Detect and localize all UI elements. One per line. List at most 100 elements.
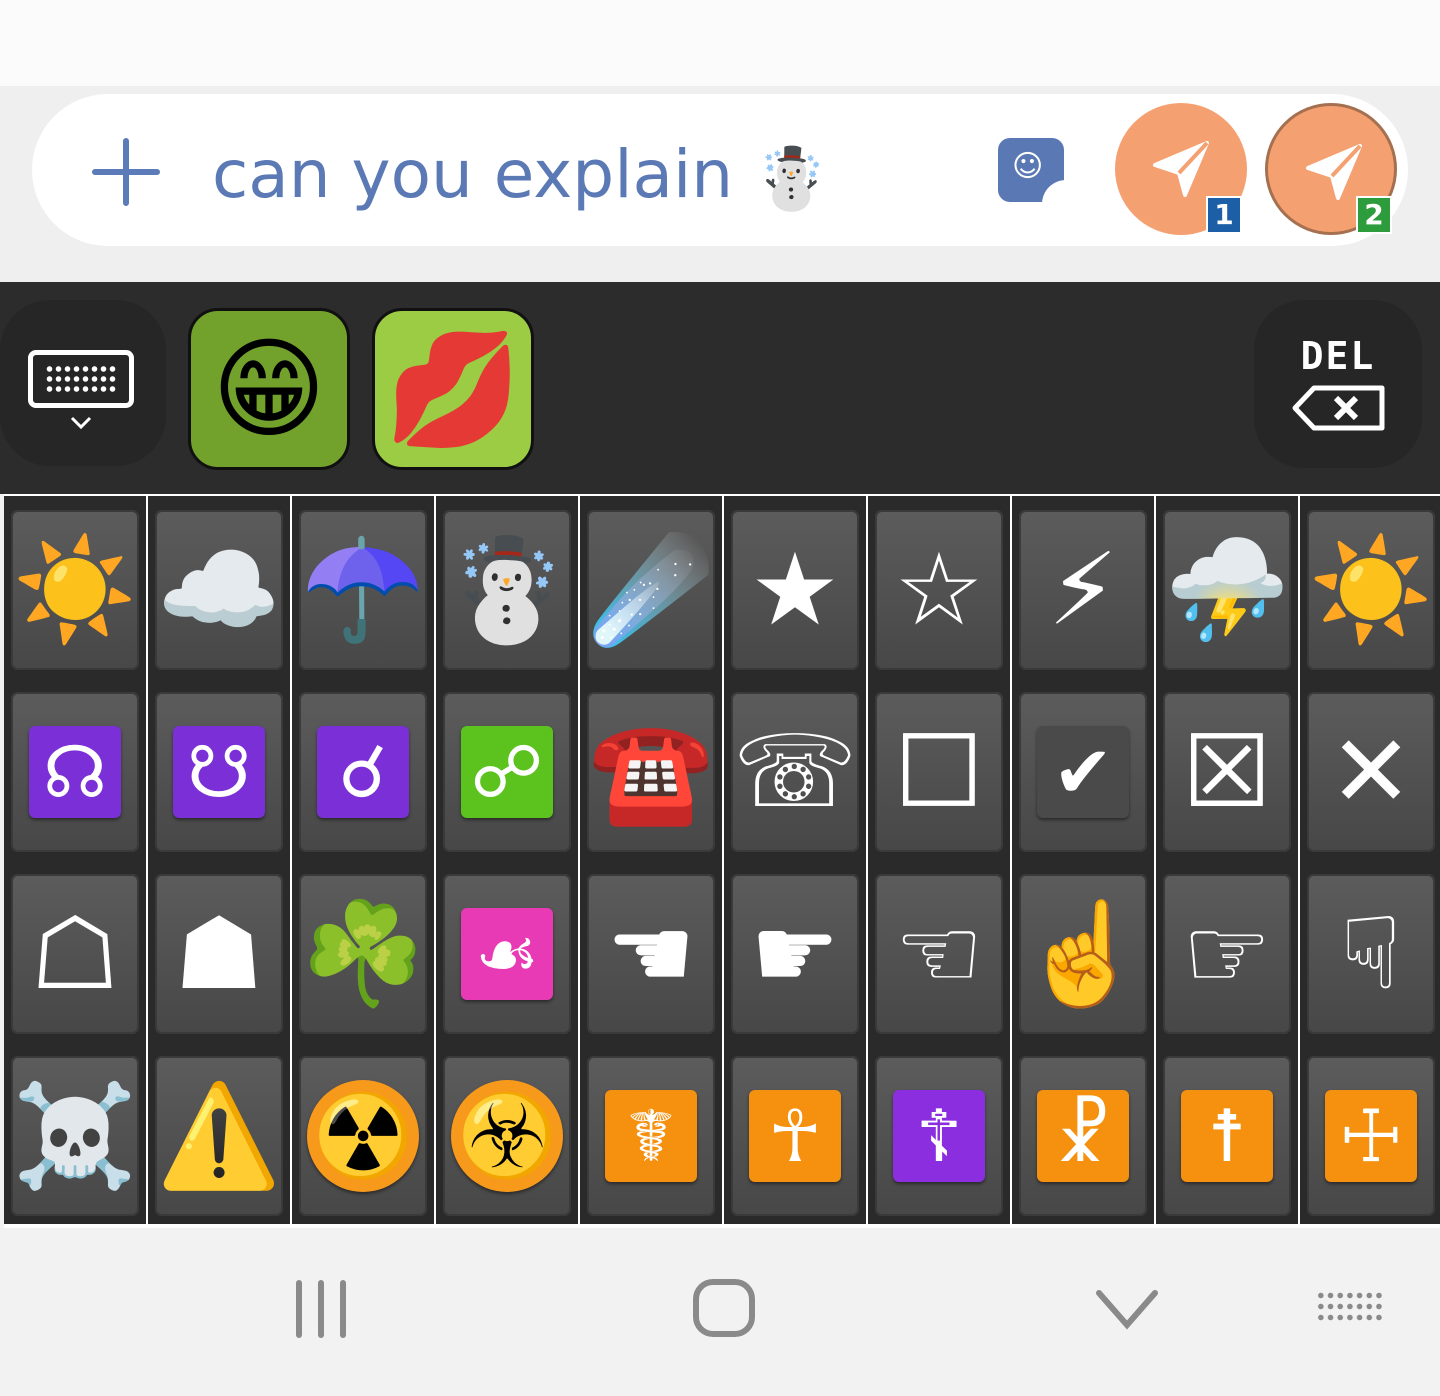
black-right-pointing-index-icon: ☛ — [750, 895, 840, 1012]
status-bar-area — [0, 0, 1440, 86]
sticker-icon[interactable]: ☺ — [998, 138, 1066, 204]
keyboard-toggle-button[interactable] — [0, 300, 166, 466]
emoji-key[interactable]: ☤ — [580, 1042, 722, 1224]
emoji-key[interactable]: ⛈️ — [1156, 496, 1298, 678]
radioactive-icon: ☢️ — [307, 1080, 419, 1192]
emoji-key-face: ☨ — [1163, 1056, 1291, 1216]
emoji-key[interactable]: ★ — [724, 496, 866, 678]
emoji-key[interactable]: ☣️ — [436, 1042, 578, 1224]
emoji-key[interactable]: ☛ — [724, 860, 866, 1042]
sun-icon: ☀️ — [1308, 531, 1434, 648]
chevron-down-icon — [70, 416, 92, 430]
skull-crossbones-icon: ☠️ — [12, 1077, 138, 1194]
emoji-key[interactable]: ☎️ — [580, 678, 722, 860]
emoji-key[interactable]: ☢️ — [292, 1042, 434, 1224]
emoji-key-face: ☊ — [11, 692, 139, 852]
thunder-cloud-icon: ⛈️ — [1164, 531, 1290, 648]
black-left-pointing-index-icon: ☚ — [606, 895, 696, 1012]
emoji-key[interactable]: ⚡ — [1012, 496, 1154, 678]
delete-button[interactable]: DEL — [1254, 300, 1422, 468]
emoji-key-face: ☀️ — [1307, 510, 1435, 670]
emoji-key[interactable]: ☖ — [4, 860, 146, 1042]
paper-plane-icon — [1306, 144, 1362, 200]
emoji-key[interactable]: ☋ — [148, 678, 290, 860]
emoji-key-face: ☌ — [299, 692, 427, 852]
sun-icon: ☀️ — [12, 531, 138, 648]
emoji-key[interactable]: ✕ — [1300, 678, 1440, 860]
sim-badge-2: 2 — [1356, 196, 1392, 234]
emoji-key-face: ⚡ — [1019, 510, 1147, 670]
emoji-key[interactable]: ☠️ — [4, 1042, 146, 1224]
emoji-key[interactable]: ☨ — [1156, 1042, 1298, 1224]
emoji-key[interactable]: ☁️ — [148, 496, 290, 678]
emoji-key[interactable]: ☗ — [148, 860, 290, 1042]
message-text: can you explain — [212, 136, 734, 213]
emoji-key-face: ☟ — [1307, 874, 1435, 1034]
message-input[interactable]: can you explain ☃️ — [212, 130, 829, 220]
keyboard-icon — [28, 350, 134, 408]
emoji-key[interactable]: ☞ — [1156, 860, 1298, 1042]
emoji-key[interactable]: ☆ — [868, 496, 1010, 678]
emoji-key-face: ☎️ — [587, 692, 715, 852]
hide-keyboard-chevron-icon[interactable] — [1096, 1290, 1158, 1330]
emoji-key[interactable]: ☀️ — [1300, 496, 1440, 678]
opposition-icon: ☍ — [461, 726, 553, 818]
chi-rho-icon: ☧ — [1037, 1090, 1129, 1182]
emoji-key-face: ⚠️ — [155, 1056, 283, 1216]
plus-icon[interactable] — [92, 138, 160, 206]
emoji-key[interactable]: ☟ — [1300, 860, 1440, 1042]
emoji-key[interactable]: ☥ — [724, 1042, 866, 1224]
emoji-key[interactable]: ☝️ — [1012, 860, 1154, 1042]
emoji-key-face: ☐ — [875, 692, 1003, 852]
emoji-key[interactable]: ✔ — [1012, 678, 1154, 860]
cross-of-lorraine-icon: ☨ — [1181, 1090, 1273, 1182]
cross-of-jerusalem-icon: ☩ — [1325, 1090, 1417, 1182]
emoji-key-face: ☞ — [1163, 874, 1291, 1034]
descending-node-icon: ☋ — [173, 726, 265, 818]
emoji-key[interactable]: ☙ — [436, 860, 578, 1042]
emoji-key-face: ☏ — [731, 692, 859, 852]
emoji-key[interactable]: ☦ — [868, 1042, 1010, 1224]
ballot-box-icon: ☐ — [894, 713, 984, 830]
conjunction-icon: ☌ — [317, 726, 409, 818]
emoji-key-face: ☩ — [1307, 1056, 1435, 1216]
emoji-key[interactable]: ☩ — [1300, 1042, 1440, 1224]
emoji-key[interactable]: ☃️ — [436, 496, 578, 678]
saltire-icon: ✕ — [1329, 713, 1413, 830]
emoji-key[interactable]: ☌ — [292, 678, 434, 860]
emoji-key-face: ☄️ — [587, 510, 715, 670]
home-button[interactable] — [693, 1279, 755, 1337]
emoji-key[interactable]: ☒ — [1156, 678, 1298, 860]
white-down-pointing-index-icon: ☟ — [1340, 895, 1402, 1012]
recent-emoji-kiss[interactable]: 💋 — [372, 308, 534, 470]
lightning-icon: ⚡ — [1047, 531, 1119, 648]
emoji-key[interactable]: ☘️ — [292, 860, 434, 1042]
emoji-key[interactable]: ☚ — [580, 860, 722, 1042]
black-shogi-piece-icon: ☗ — [174, 895, 264, 1012]
recent-emoji-grin[interactable]: 😁 — [188, 308, 350, 470]
emoji-key[interactable]: ☧ — [1012, 1042, 1154, 1224]
emoji-key-face: ☤ — [587, 1056, 715, 1216]
emoji-key-face: ☁️ — [155, 510, 283, 670]
sim-badge-1: 1 — [1206, 196, 1242, 234]
emoji-key[interactable]: ☄️ — [580, 496, 722, 678]
emoji-grid-panel: ☀️ ☁️ ☂️ ☃️ ☄️ ★ ☆ ⚡ ⛈️ ☀️ ☊ ☋ ☌ ☍ ☎️ ☏ ☐ ✔ ☒ ✕ ☖ ☗ ☘️ ☙ ☚ ☛ ☜ ☝️ ☞ ☟… — [4, 494, 1440, 1228]
emoji-key-face: ☠️ — [11, 1056, 139, 1216]
keyboard-switch-icon[interactable] — [1316, 1290, 1384, 1324]
emoji-key-face: ☃️ — [443, 510, 571, 670]
emoji-key[interactable]: ☂️ — [292, 496, 434, 678]
delete-label: DEL — [1300, 334, 1376, 378]
emoji-grid: ☀️ ☁️ ☂️ ☃️ ☄️ ★ ☆ ⚡ ⛈️ ☀️ ☊ ☋ ☌ ☍ ☎️ ☏ ☐ ✔ ☒ ✕ ☖ ☗ ☘️ ☙ ☚ ☛ ☜ ☝️ ☞ ☟… — [4, 496, 1440, 1224]
emoji-key[interactable]: ☏ — [724, 678, 866, 860]
emoji-key[interactable]: ☜ — [868, 860, 1010, 1042]
emoji-key[interactable]: ⚠️ — [148, 1042, 290, 1224]
shamrock-icon: ☘️ — [300, 895, 426, 1012]
emoji-key[interactable]: ☀️ — [4, 496, 146, 678]
emoji-key[interactable]: ☍ — [436, 678, 578, 860]
emoji-key[interactable]: ☊ — [4, 678, 146, 860]
recent-apps-button[interactable] — [296, 1280, 348, 1338]
white-right-pointing-index-icon: ☞ — [1182, 895, 1272, 1012]
paper-plane-icon — [1153, 141, 1209, 197]
red-telephone-icon: ☎️ — [588, 713, 714, 830]
emoji-key[interactable]: ☐ — [868, 678, 1010, 860]
